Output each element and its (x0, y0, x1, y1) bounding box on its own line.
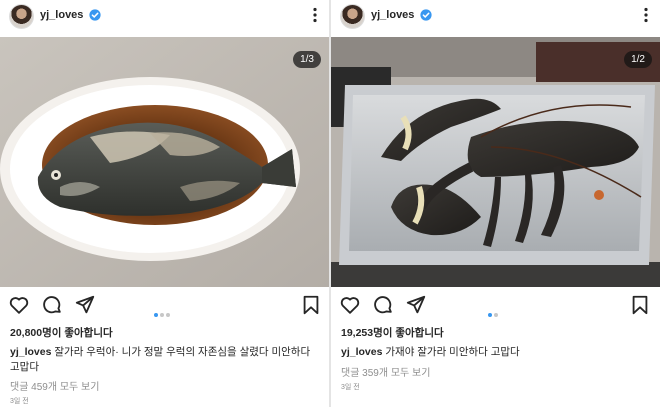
username[interactable]: yj_loves (371, 9, 414, 21)
comment-icon[interactable] (41, 294, 63, 316)
avatar[interactable] (9, 4, 34, 29)
caption-text: 잘가라 우럭아· 니가 정말 우럭의 자존심을 살렸다 미안하다 고맙다 (10, 346, 311, 373)
comment-icon[interactable] (372, 294, 394, 316)
post-card-1: yj_loves 1/3 20,800명이 좋아합니다 yj_loves 잘가라… (0, 0, 329, 407)
likes-count[interactable]: 19,253명이 좋아합니다 (341, 325, 444, 340)
post-header: yj_loves (331, 0, 660, 37)
carousel-dot (494, 313, 498, 317)
carousel-dot (166, 313, 170, 317)
caption: yj_loves 잘가라 우럭아· 니가 정말 우럭의 자존심을 살렸다 미안하… (10, 345, 319, 375)
caption-username[interactable]: yj_loves (10, 346, 51, 358)
likes-count[interactable]: 20,800명이 좋아합니다 (10, 325, 113, 340)
avatar[interactable] (340, 4, 365, 29)
caption: yj_loves 가재야 잘가라 미안하다 고맙다 (341, 345, 650, 360)
verified-icon (89, 9, 101, 21)
share-icon[interactable] (74, 294, 96, 316)
post-time: 3일 전 (341, 384, 360, 391)
verified-icon (420, 9, 432, 21)
caption-text: 가재야 잘가라 미안하다 고맙다 (382, 346, 520, 358)
bookmark-icon[interactable] (300, 294, 322, 316)
bookmark-icon[interactable] (629, 294, 651, 316)
lobster-photo (331, 37, 660, 287)
username[interactable]: yj_loves (40, 9, 83, 21)
carousel-counter: 1/2 (624, 51, 652, 68)
carousel-counter: 1/3 (293, 51, 321, 68)
more-icon[interactable] (313, 7, 317, 23)
carousel-dot (160, 313, 164, 317)
carousel-dots (153, 302, 171, 317)
post-photo-lobster[interactable]: 1/2 (331, 37, 660, 287)
post-time: 3일 전 (10, 398, 29, 405)
post-card-2: yj_loves 1/2 19,253명이 좋아합니다 yj_loves 가재야… (331, 0, 660, 407)
view-comments-link[interactable]: 댓글 459개 모두 보기 (10, 378, 99, 393)
more-icon[interactable] (644, 7, 648, 23)
carousel-dots (487, 302, 499, 317)
steamed-fish-photo (0, 37, 329, 287)
post-photo-fish[interactable]: 1/3 (0, 37, 329, 287)
heart-icon[interactable] (339, 294, 361, 316)
action-bar (0, 292, 329, 318)
view-comments-link[interactable]: 댓글 359개 모두 보기 (341, 364, 430, 379)
heart-icon[interactable] (8, 294, 30, 316)
share-icon[interactable] (405, 294, 427, 316)
post-header: yj_loves (0, 0, 329, 37)
action-bar (331, 292, 660, 318)
carousel-dot-active (488, 313, 492, 317)
carousel-dot-active (154, 313, 158, 317)
caption-username[interactable]: yj_loves (341, 346, 382, 358)
